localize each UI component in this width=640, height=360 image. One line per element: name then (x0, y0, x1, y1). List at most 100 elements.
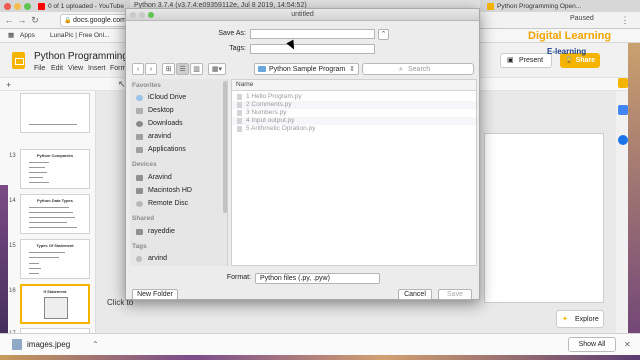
calendar-icon[interactable] (618, 135, 628, 145)
slide-thumbnail-14[interactable]: Python Data Types (20, 194, 90, 234)
zoom-window-icon[interactable] (24, 3, 31, 10)
forward-icon[interactable]: › (145, 63, 157, 75)
more-menu-icon[interactable]: ⋮ (620, 15, 630, 25)
search-input[interactable]: ⌕ Search (362, 63, 474, 75)
desktop-dock (0, 355, 640, 360)
sidebar-item-tag-arvind[interactable]: arvind (134, 253, 224, 265)
add-slide-icon[interactable]: + (6, 80, 11, 90)
new-folder-button[interactable]: New Folder (132, 289, 178, 300)
group-view-icon[interactable]: ▦▾ (208, 63, 226, 75)
paused-badge[interactable]: Paused (570, 15, 594, 22)
sidebar-scrollbar[interactable] (223, 81, 227, 213)
save-as-field[interactable] (250, 29, 375, 39)
menu-file[interactable]: File (34, 65, 45, 72)
sidebar-item-remote-disc[interactable]: Remote Disc (134, 198, 224, 210)
keep-icon[interactable] (618, 78, 628, 88)
close-window-icon[interactable] (4, 3, 11, 10)
format-select[interactable]: Python files (.py, .pyw) (255, 273, 380, 284)
document-title[interactable]: Python Programming (34, 51, 128, 62)
close-icon[interactable]: ✕ (624, 334, 631, 355)
sidebar-item-label: Macintosh HD (148, 187, 192, 194)
slide-thumbnail-15[interactable]: Types Of Statement (20, 239, 90, 279)
slide-thumbnail-13[interactable]: Python Companies (20, 149, 90, 189)
slides-logo-icon[interactable] (12, 52, 25, 69)
favorites-section-label: Favorites (132, 82, 161, 89)
back-icon[interactable]: ‹ (132, 63, 144, 75)
dialog-title: untitled (291, 11, 314, 18)
thumb-text-line (29, 227, 77, 228)
tasks-icon[interactable] (618, 105, 628, 115)
file-row[interactable]: 4 Input output.py (232, 117, 476, 125)
sidebar-item-macintosh-hd[interactable]: Macintosh HD (134, 185, 224, 197)
sidebar-item-aravind-device[interactable]: Aravind (134, 172, 224, 184)
thumb-text-line (29, 212, 73, 213)
column-header-name[interactable]: Name (232, 80, 476, 91)
file-row[interactable]: 3 Numbers.py (232, 109, 476, 117)
thumb-text-line (29, 222, 67, 223)
menu-view[interactable]: View (68, 65, 83, 72)
bookmark-apps[interactable]: Apps (20, 29, 35, 43)
tab-youtube[interactable]: 0 of 1 uploaded - YouTube (36, 1, 136, 12)
sidebar-item-aravind[interactable]: aravind (134, 131, 224, 143)
sidebar-item-desktop[interactable]: Desktop (134, 105, 224, 117)
sidebar-item-downloads[interactable]: Downloads (134, 118, 224, 130)
present-button[interactable]: ▣ Present (500, 53, 552, 68)
column-view-icon[interactable]: ▥ (190, 63, 203, 75)
tags-section-label: Tags (132, 243, 147, 250)
tab-label: Python Programming Open... (497, 3, 582, 10)
file-row[interactable]: 1 Hello Program.py (232, 93, 476, 101)
flowchart-icon (44, 297, 68, 319)
explore-button[interactable]: ✦ Explore (556, 310, 604, 328)
slide-canvas[interactable] (484, 133, 604, 303)
reload-icon[interactable]: ↻ (30, 15, 40, 25)
present-label: Present (519, 57, 544, 64)
thumb-text-line (29, 207, 69, 208)
bookmark-lunapic[interactable]: LunaPic | Free Onl... (50, 29, 110, 43)
file-row[interactable]: 5 Arithmetic Opration.py (232, 125, 476, 133)
tab-slides[interactable]: Python Programming Open... (485, 1, 585, 12)
thumb-title: Python Data Types (37, 198, 73, 203)
menu-insert[interactable]: Insert (88, 65, 106, 72)
sidebar-item-label: Downloads (148, 120, 183, 127)
cancel-button[interactable]: Cancel (398, 289, 432, 300)
youtube-icon (38, 3, 45, 10)
chevron-up-icon[interactable]: ⌃ (92, 334, 99, 355)
sidebar-item-rayeddie[interactable]: rayeddie (134, 226, 224, 238)
apps-icon[interactable]: ▦ (8, 29, 14, 43)
sidebar-item-label: aravind (148, 133, 171, 140)
desktop-wallpaper-right (628, 43, 640, 360)
explore-label: Explore (575, 316, 599, 323)
menu-edit[interactable]: Edit (51, 65, 63, 72)
menu-format[interactable]: Form (110, 65, 126, 72)
file-row[interactable]: 2 Comments.py (232, 101, 476, 109)
slide-number: 15 (9, 243, 16, 249)
download-item[interactable]: images.jpeg (27, 334, 70, 355)
location-label: Python Sample Program (269, 66, 346, 73)
forward-icon[interactable]: → (17, 15, 27, 25)
minimize-window-icon[interactable] (14, 3, 21, 10)
search-placeholder: Search (408, 66, 431, 73)
show-all-button[interactable]: Show All (568, 337, 616, 352)
list-view-icon[interactable]: ☰ (176, 63, 189, 75)
location-popup[interactable]: Python Sample Program ⇕ (254, 63, 359, 75)
icon-view-icon[interactable]: ⊞ (162, 63, 175, 75)
thumb-text-line (29, 172, 47, 173)
file-icon (237, 118, 242, 124)
tags-field[interactable] (250, 44, 375, 54)
lock-icon: 🔒 (564, 57, 574, 64)
expand-dialog-button[interactable]: ⌃ (378, 29, 389, 40)
back-icon[interactable]: ← (4, 15, 14, 25)
share-label: Share (575, 57, 596, 64)
thumb-text-line (29, 257, 59, 258)
sidebar-item-label: Aravind (148, 174, 172, 181)
sidebar-item-icloud-drive[interactable]: iCloud Drive (134, 92, 224, 104)
slide-thumbnail-12[interactable] (20, 93, 90, 133)
slide-number: 16 (9, 288, 16, 294)
slide-thumbnail-16[interactable]: If Statement (20, 284, 90, 324)
sidebar-item-applications[interactable]: Applications (134, 144, 224, 156)
save-button[interactable]: Save (438, 289, 472, 300)
watermark-subtitle: E-learning (547, 47, 587, 56)
thumb-text-line (29, 263, 39, 264)
address-input[interactable]: 🔒 docs.google.com (60, 14, 130, 27)
file-icon (237, 102, 242, 108)
